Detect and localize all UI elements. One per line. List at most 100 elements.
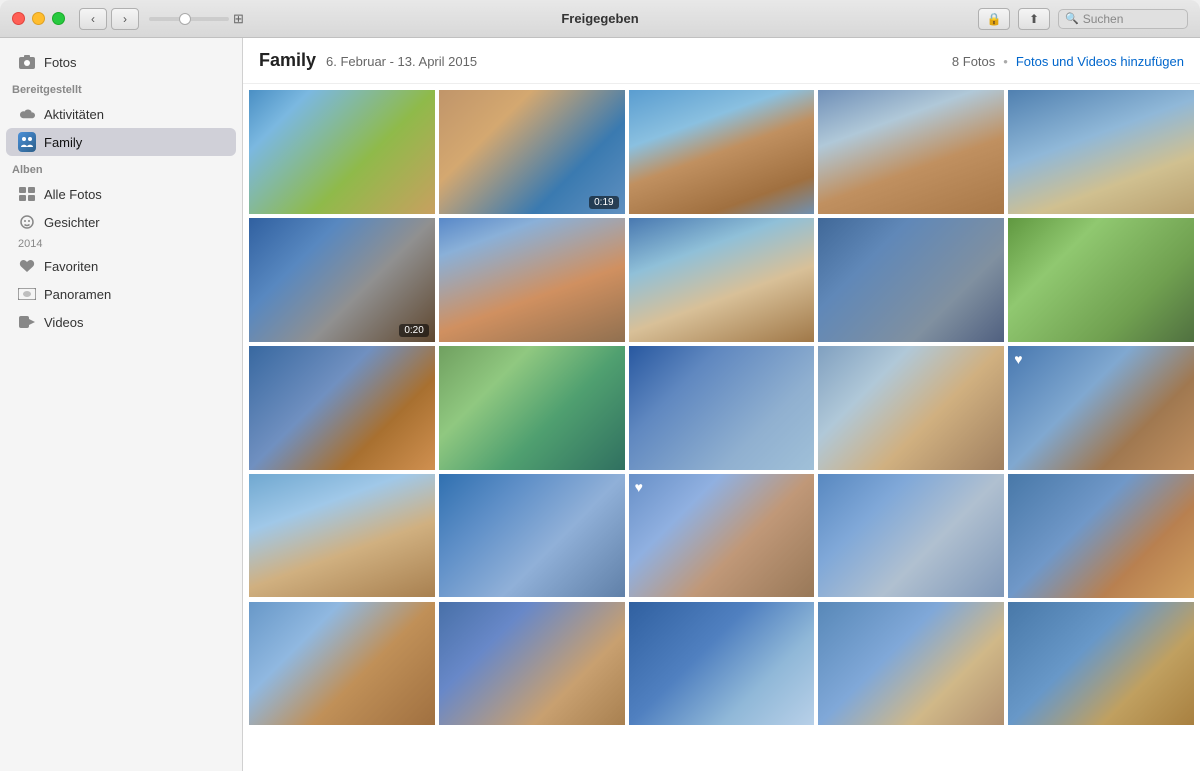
sidebar-item-panoramen[interactable]: Panoramen <box>6 280 236 308</box>
photo-count: 8 Fotos <box>952 54 995 69</box>
album-title: Family <box>259 50 316 71</box>
photo-image-14 <box>818 346 1004 470</box>
photo-cell-11[interactable] <box>249 346 435 470</box>
maximize-button[interactable] <box>52 12 65 25</box>
separator: • <box>1003 54 1008 69</box>
back-button[interactable]: ‹ <box>79 8 107 30</box>
photo-image-18 <box>629 474 815 598</box>
cloud-icon <box>18 105 36 123</box>
nav-buttons: ‹ › <box>79 8 139 30</box>
content-header-right: 8 Fotos • Fotos und Videos hinzufügen <box>952 54 1184 69</box>
photo-cell-19[interactable] <box>818 474 1004 598</box>
photo-cell-10[interactable] <box>1008 218 1194 342</box>
photo-image-24 <box>818 602 1004 726</box>
sidebar-label-alle-fotos: Alle Fotos <box>44 187 224 202</box>
photo-image-20 <box>1008 474 1194 598</box>
window-title: Freigegeben <box>561 11 638 26</box>
section-label-bereitgestellt: Bereitgestellt <box>0 76 242 100</box>
photo-cell-1[interactable] <box>249 90 435 214</box>
photo-cell-2[interactable]: 0:19 <box>439 90 625 214</box>
photo-grid: 0:19 0:20 ♥ ♥ <box>243 84 1200 771</box>
photo-image-21 <box>249 602 435 726</box>
sidebar-item-family[interactable]: Family <box>6 128 236 156</box>
photo-image-5 <box>1008 90 1194 214</box>
photo-cell-4[interactable] <box>818 90 1004 214</box>
sidebar-item-favoriten[interactable]: Favoriten <box>6 252 236 280</box>
photo-image-13 <box>629 346 815 470</box>
photo-cell-20[interactable] <box>1008 474 1194 598</box>
gesichter-icon <box>18 213 36 231</box>
family-icon <box>18 133 36 151</box>
sidebar-item-videos[interactable]: Videos <box>6 308 236 336</box>
favoriten-icon <box>18 257 36 275</box>
sidebar-item-fotos[interactable]: Fotos <box>6 48 236 76</box>
photo-cell-18[interactable]: ♥ <box>629 474 815 598</box>
lock-icon: 🔒 <box>987 12 1002 26</box>
photo-image-19 <box>818 474 1004 598</box>
album-date-range: 6. Februar - 13. April 2015 <box>326 54 477 69</box>
close-button[interactable] <box>12 12 25 25</box>
title-bar-right: 🔒 ⬆ 🔍 Suchen <box>978 8 1188 30</box>
section-label-alben: Alben <box>0 156 242 180</box>
search-icon: 🔍 <box>1065 12 1079 25</box>
content-area: Family 6. Februar - 13. April 2015 8 Fot… <box>243 38 1200 771</box>
sidebar: Fotos Bereitgestellt Aktivitäten <box>0 38 243 771</box>
alle-fotos-icon <box>18 185 36 203</box>
sidebar-item-alle-fotos[interactable]: Alle Fotos <box>6 180 236 208</box>
sidebar-label-aktivitaeten: Aktivitäten <box>44 107 224 122</box>
main-layout: Fotos Bereitgestellt Aktivitäten <box>0 38 1200 771</box>
video-duration-badge: 0:20 <box>399 324 428 337</box>
photo-cell-6[interactable]: 0:20 <box>249 218 435 342</box>
photo-cell-23[interactable] <box>629 602 815 726</box>
photo-cell-25[interactable] <box>1008 602 1194 726</box>
photo-cell-16[interactable] <box>249 474 435 598</box>
photo-image-8 <box>629 218 815 342</box>
photo-cell-3[interactable] <box>629 90 815 214</box>
photo-cell-8[interactable] <box>629 218 815 342</box>
photo-image-23 <box>629 602 815 726</box>
photo-image-12 <box>439 346 625 470</box>
sidebar-item-aktivitaeten[interactable]: Aktivitäten <box>6 100 236 128</box>
photo-image-7 <box>439 218 625 342</box>
forward-button[interactable]: › <box>111 8 139 30</box>
traffic-lights <box>12 12 65 25</box>
sidebar-label-panoramen: Panoramen <box>44 287 224 302</box>
minimize-button[interactable] <box>32 12 45 25</box>
video-duration-badge: 0:19 <box>589 196 618 209</box>
sidebar-label-gesichter: Gesichter <box>44 215 224 230</box>
photo-image-10 <box>1008 218 1194 342</box>
photo-cell-17[interactable] <box>439 474 625 598</box>
favorite-icon: ♥ <box>635 479 643 495</box>
photo-cell-7[interactable] <box>439 218 625 342</box>
add-photos-link[interactable]: Fotos und Videos hinzufügen <box>1016 54 1184 69</box>
photo-cell-15[interactable]: ♥ <box>1008 346 1194 470</box>
photo-cell-9[interactable] <box>818 218 1004 342</box>
content-header: Family 6. Februar - 13. April 2015 8 Fot… <box>243 38 1200 84</box>
photo-image-9 <box>818 218 1004 342</box>
videos-icon <box>18 313 36 331</box>
search-bar[interactable]: 🔍 Suchen <box>1058 9 1188 29</box>
photo-image-22 <box>439 602 625 726</box>
photo-cell-22[interactable] <box>439 602 625 726</box>
photo-cell-14[interactable] <box>818 346 1004 470</box>
photo-cell-21[interactable] <box>249 602 435 726</box>
photo-cell-12[interactable] <box>439 346 625 470</box>
zoom-slider-area: ⊞ <box>149 11 244 27</box>
slider-thumb <box>179 13 191 25</box>
sidebar-label-videos: Videos <box>44 315 224 330</box>
photo-image-16 <box>249 474 435 598</box>
photo-cell-13[interactable] <box>629 346 815 470</box>
photo-cell-5[interactable] <box>1008 90 1194 214</box>
photo-image-25 <box>1008 602 1194 726</box>
sidebar-label-fotos: Fotos <box>44 55 224 70</box>
sidebar-item-gesichter[interactable]: Gesichter <box>6 208 236 236</box>
photo-image-1 <box>249 90 435 214</box>
photo-cell-24[interactable] <box>818 602 1004 726</box>
upload-button[interactable]: ⬆ <box>1018 8 1050 30</box>
upload-icon: ⬆ <box>1029 12 1039 26</box>
search-placeholder: Suchen <box>1083 12 1124 26</box>
zoom-slider[interactable] <box>149 17 229 21</box>
photo-image-3 <box>629 90 815 214</box>
favorite-icon: ♥ <box>1014 351 1022 367</box>
share-icon-button[interactable]: 🔒 <box>978 8 1010 30</box>
